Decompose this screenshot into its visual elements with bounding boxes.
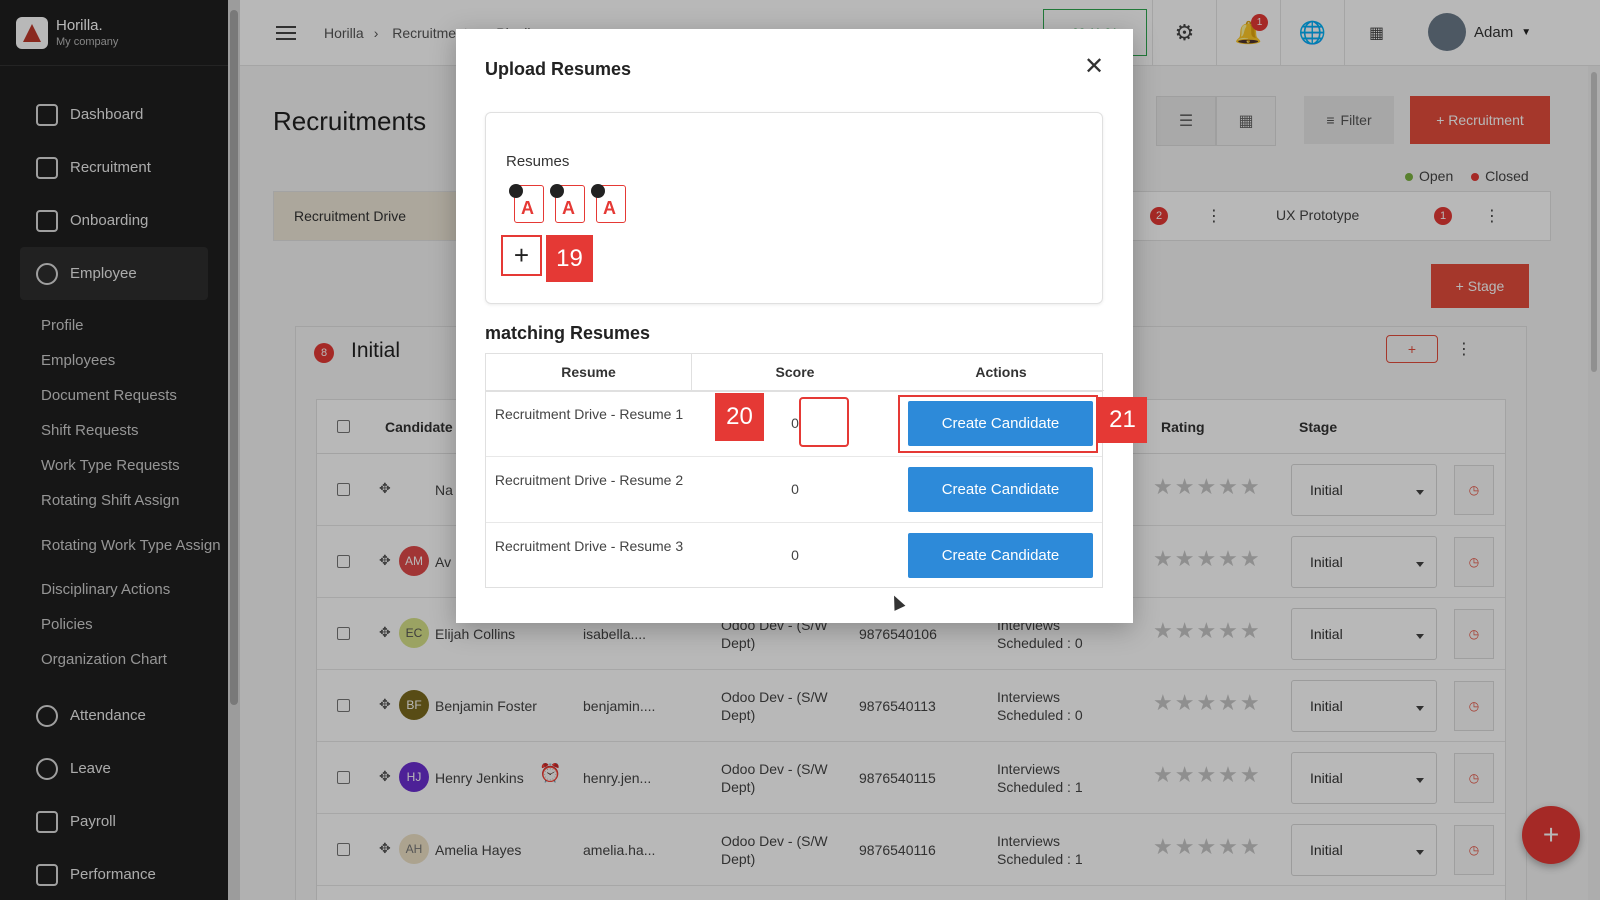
create-candidate-button[interactable]: Create Candidate: [908, 401, 1093, 446]
table-row: Recruitment Drive - Resume 3 0 Create Ca…: [486, 523, 1102, 589]
matching-resumes-title: matching Resumes: [485, 323, 651, 343]
pdf-file-icon[interactable]: [591, 184, 626, 223]
table-row: Recruitment Drive - Resume 2 0 Create Ca…: [486, 457, 1102, 523]
resume-score: 0: [791, 481, 799, 497]
score-highlight: [799, 397, 849, 447]
resume-name: Recruitment Drive - Resume 2: [494, 472, 684, 488]
annotation-marker: 20: [715, 393, 764, 441]
resume-name: Recruitment Drive - Resume 1: [494, 406, 684, 422]
resume-name: Recruitment Drive - Resume 3: [494, 538, 684, 554]
column-header-actions: Actions: [898, 354, 1104, 391]
resumes-label: Resumes: [506, 153, 570, 170]
create-candidate-button[interactable]: Create Candidate: [908, 533, 1093, 578]
create-candidate-button[interactable]: Create Candidate: [908, 467, 1093, 512]
pdf-file-icon[interactable]: [509, 184, 544, 223]
resume-score: 0: [791, 547, 799, 563]
add-resume-button[interactable]: +: [501, 235, 542, 276]
column-header-score: Score: [692, 354, 898, 391]
close-icon[interactable]: ✕: [1084, 55, 1104, 79]
table-row: Recruitment Drive - Resume 1 0 Create Ca…: [486, 391, 1102, 457]
modal-title: Upload Resumes: [485, 59, 632, 79]
annotation-marker: 19: [546, 235, 593, 282]
upload-resumes-modal: Upload Resumes ✕ Resumes + 19 matching R…: [456, 29, 1133, 623]
matching-resumes-table: Resume Score Actions Recruitment Drive -…: [485, 353, 1104, 589]
resume-upload-box: Resumes + 19: [485, 112, 1103, 304]
column-header-resume: Resume: [486, 354, 692, 391]
annotation-marker: 21: [1098, 397, 1147, 443]
plus-icon: +: [513, 240, 530, 270]
pdf-file-icon[interactable]: [550, 184, 585, 223]
